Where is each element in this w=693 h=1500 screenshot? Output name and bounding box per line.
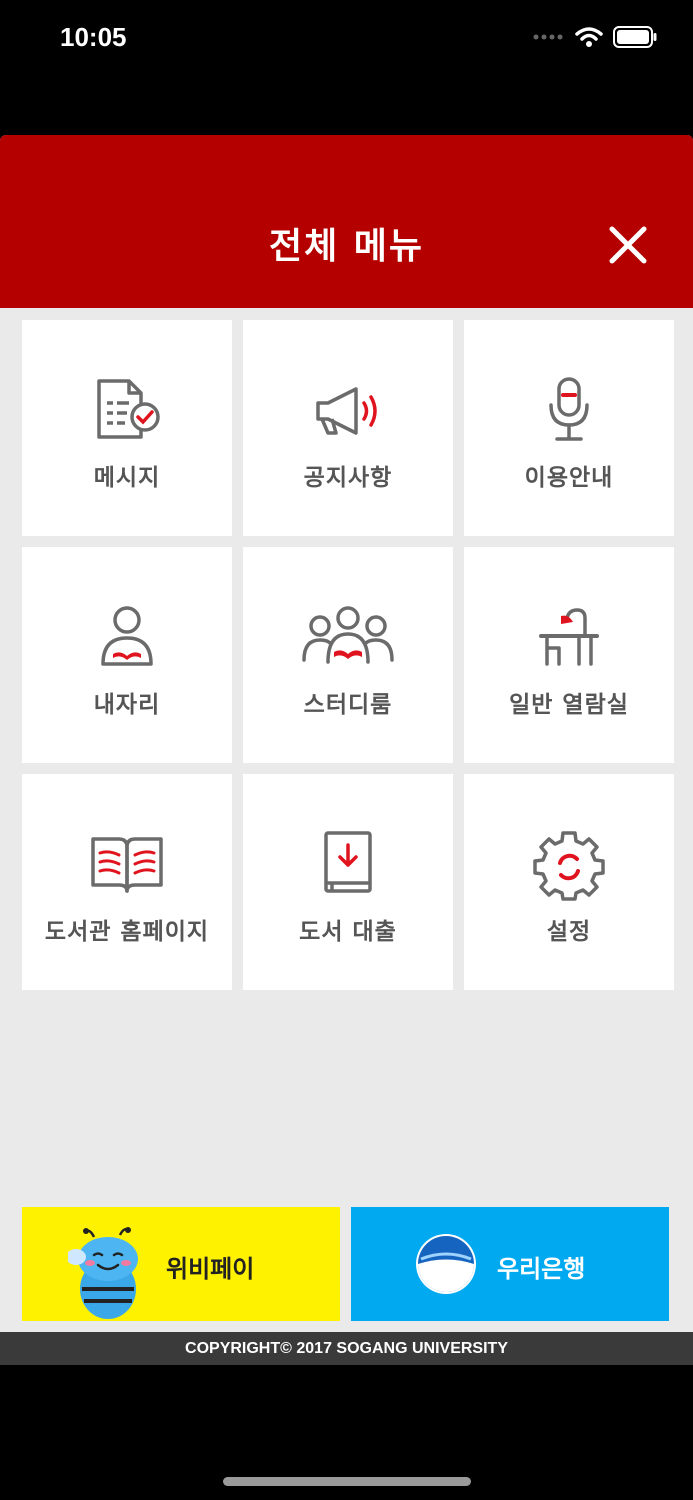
- open-book-icon: [91, 837, 163, 893]
- menu-item-label: 도서 대출: [299, 919, 397, 945]
- wifi-icon: [575, 27, 603, 47]
- home-indicator[interactable]: [223, 1477, 471, 1486]
- menu-item-label: 설정: [546, 919, 592, 945]
- menu-item-messages[interactable]: 메시지: [22, 320, 232, 536]
- wibee-bee-mascot-icon: [68, 1227, 138, 1319]
- gear-icon: [533, 831, 605, 901]
- woori-bank-banner[interactable]: 우리은행: [351, 1207, 669, 1321]
- woori-bank-label: 우리은행: [497, 1255, 586, 1283]
- menu-item-label: 스터디룸: [303, 692, 393, 718]
- menu-item-study-room[interactable]: 스터디룸: [243, 547, 453, 763]
- menu-item-label: 도서관 홈페이지: [44, 919, 210, 945]
- wibee-pay-banner[interactable]: 위비페이: [22, 1207, 340, 1321]
- study-room-group-icon: [302, 606, 394, 664]
- copyright-footer: COPYRIGHT© 2017 SOGANG UNIVERSITY: [0, 1332, 693, 1365]
- microphone-icon: [549, 377, 589, 441]
- battery-icon: [613, 26, 657, 48]
- megaphone-icon: [316, 387, 377, 435]
- status-time: 10:05: [60, 22, 127, 52]
- message-document-icon: [97, 379, 160, 439]
- menu-item-my-seat[interactable]: 내자리: [22, 547, 232, 763]
- cellular-signal-icon: [533, 34, 563, 40]
- menu-header: 전체 메뉴: [0, 135, 693, 308]
- menu-item-library-homepage[interactable]: 도서관 홈페이지: [22, 774, 232, 990]
- menu-item-label: 메시지: [93, 465, 161, 491]
- menu-item-label: 일반 열람실: [509, 692, 629, 718]
- full-menu-sheet: 전체 메뉴 메시지 공지사항 이용안내 내자리 스터디룸 일반 열람실 도서관 …: [0, 135, 693, 1365]
- status-bar: 10:05: [0, 0, 693, 80]
- menu-item-book-loan[interactable]: 도서 대출: [243, 774, 453, 990]
- book-download-icon: [324, 831, 372, 893]
- menu-item-label: 공지사항: [303, 465, 393, 491]
- my-seat-person-icon: [101, 606, 153, 666]
- woori-bank-logo-icon: [416, 1234, 476, 1294]
- close-button[interactable]: [600, 217, 656, 273]
- menu-item-label: 이용안내: [524, 465, 614, 491]
- menu-item-notices[interactable]: 공지사항: [243, 320, 453, 536]
- page-title: 전체 메뉴: [268, 226, 424, 267]
- close-icon: [609, 226, 647, 264]
- menu-item-reading-room[interactable]: 일반 열람실: [464, 547, 674, 763]
- reading-room-desk-lamp-icon: [539, 608, 599, 666]
- menu-item-settings[interactable]: 설정: [464, 774, 674, 990]
- menu-item-guide[interactable]: 이용안내: [464, 320, 674, 536]
- wibee-pay-label: 위비페이: [166, 1255, 255, 1283]
- status-icons: [533, 26, 657, 48]
- menu-item-label: 내자리: [93, 692, 161, 718]
